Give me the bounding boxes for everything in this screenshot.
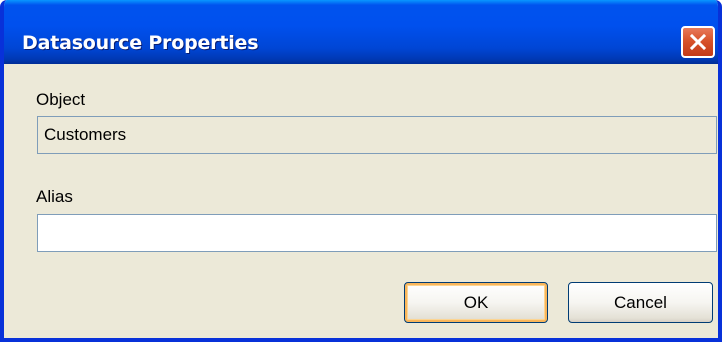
cancel-button[interactable]: Cancel (568, 282, 713, 323)
ok-button[interactable]: OK (404, 282, 548, 323)
object-label: Object (36, 90, 86, 109)
object-field: Customers (37, 116, 717, 154)
alias-input[interactable] (37, 214, 717, 252)
datasource-properties-dialog: Datasource Properties Object Customers A… (0, 0, 722, 342)
dialog-title: Datasource Properties (22, 32, 259, 54)
title-bar[interactable]: Datasource Properties (4, 0, 718, 64)
close-button[interactable] (681, 26, 715, 58)
alias-label: Alias (36, 187, 73, 206)
close-icon (689, 33, 707, 51)
